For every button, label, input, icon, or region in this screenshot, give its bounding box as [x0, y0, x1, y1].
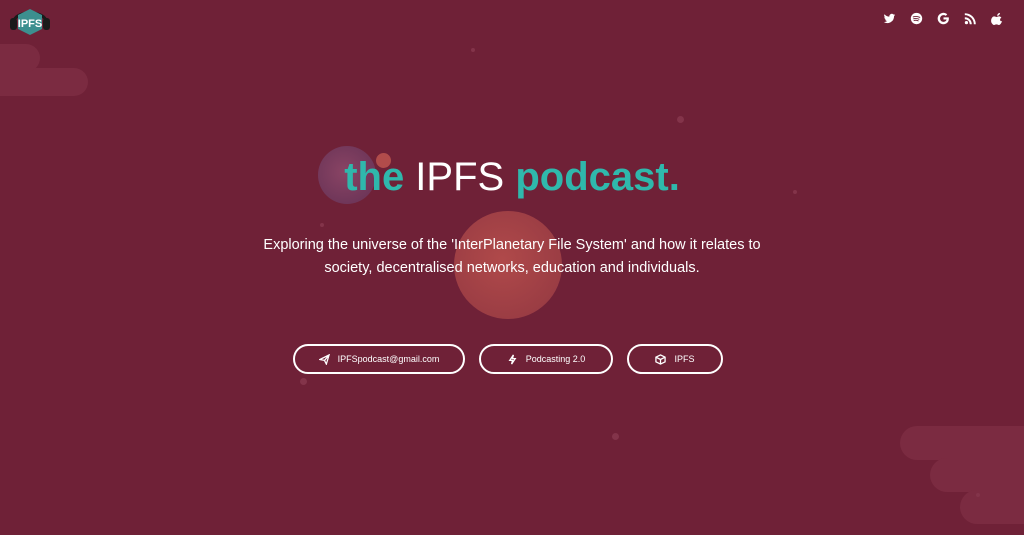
ipfs-podcast-logo[interactable]: IPFS — [8, 4, 52, 36]
subtitle-line: Exploring the universe of the 'InterPlan… — [263, 237, 761, 253]
google-icon[interactable] — [935, 10, 952, 27]
page-subtitle: Exploring the universe of the 'InterPlan… — [212, 234, 812, 280]
headphones-logo-icon: IPFS — [10, 9, 50, 35]
background-star — [300, 378, 307, 385]
ipfs-button[interactable]: IPFS — [627, 344, 723, 374]
spotify-icon[interactable] — [908, 10, 925, 27]
subtitle-line: society, decentralised networks, educati… — [324, 260, 700, 276]
apple-icon[interactable] — [989, 10, 1006, 27]
rss-icon[interactable] — [962, 10, 979, 27]
twitter-icon[interactable] — [881, 10, 898, 27]
page: IPFS the IPFS podcast. Exploring the uni… — [0, 0, 1024, 535]
background-cloud — [0, 44, 40, 72]
svg-text:IPFS: IPFS — [18, 18, 42, 30]
background-cloud — [900, 426, 1024, 460]
background-star — [677, 116, 684, 123]
background-star — [976, 493, 980, 497]
paper-plane-icon — [318, 353, 330, 365]
background-star — [612, 433, 619, 440]
background-cloud — [960, 490, 1024, 524]
title-part-podcast: podcast. — [515, 155, 680, 199]
title-part-ipfs: IPFS — [404, 155, 516, 199]
podcasting-2-button[interactable]: Podcasting 2.0 — [479, 344, 613, 374]
title-part-the: the — [344, 155, 405, 199]
cube-icon — [655, 353, 667, 365]
email-button-label: IPFSpodcast@gmail.com — [337, 354, 440, 364]
background-star — [471, 48, 475, 52]
email-button[interactable]: IPFSpodcast@gmail.com — [293, 344, 465, 374]
background-star — [320, 223, 324, 227]
background-cloud — [930, 458, 1024, 492]
lightning-icon — [508, 354, 517, 364]
social-links — [881, 10, 1006, 27]
ipfs-button-label: IPFS — [674, 354, 695, 364]
podcasting-2-button-label: Podcasting 2.0 — [525, 354, 586, 364]
page-title: the IPFS podcast. — [0, 150, 1024, 204]
background-cloud — [0, 68, 88, 96]
